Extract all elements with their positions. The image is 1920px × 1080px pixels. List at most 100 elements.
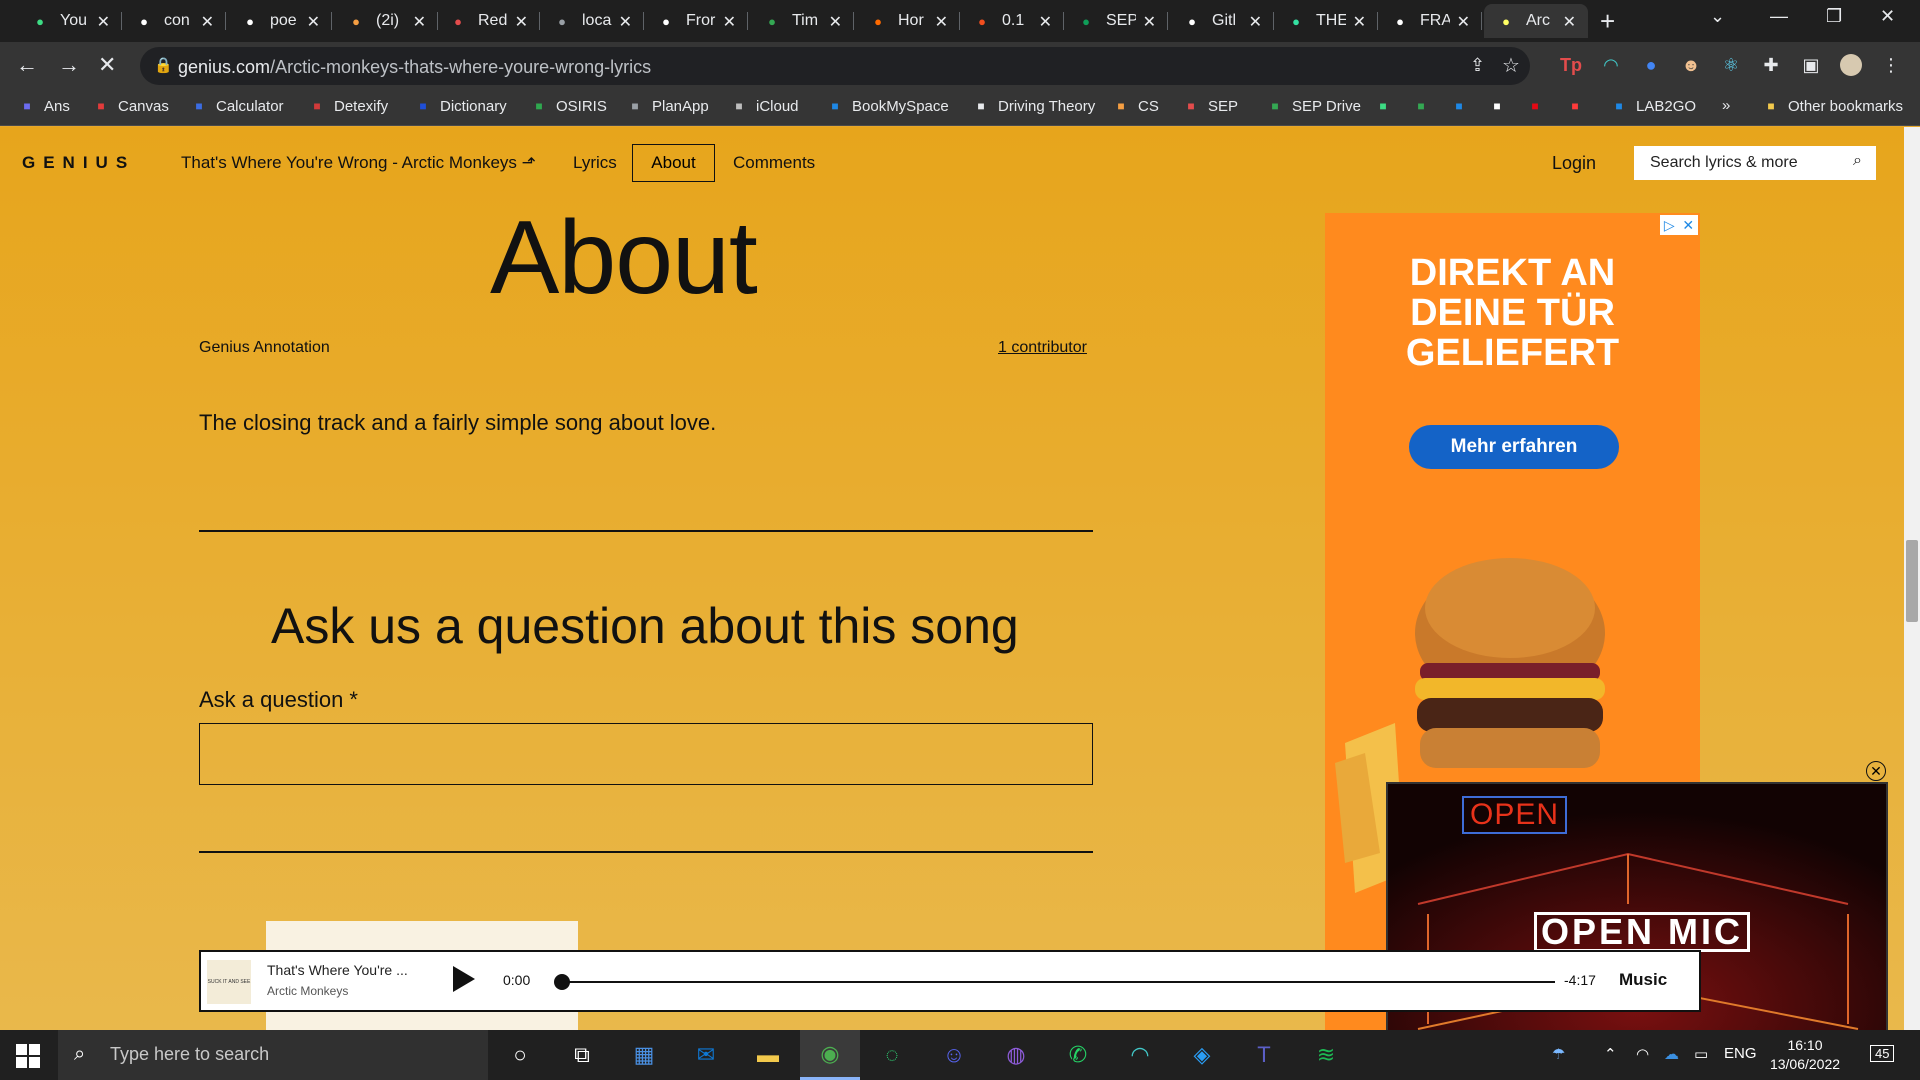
browser-tab[interactable]: ● You ✕ [18,4,122,38]
bookmark-item[interactable]: ■ [1450,97,1476,115]
close-tab-icon[interactable]: ✕ [1143,12,1156,32]
browser-tab[interactable]: ● con ✕ [122,4,226,38]
close-tab-icon[interactable]: ✕ [1457,12,1470,32]
whatsapp-icon[interactable]: ✆ [1048,1030,1108,1080]
close-tab-icon[interactable]: ✕ [201,12,214,32]
login-link[interactable]: Login [1552,153,1596,174]
close-tab-icon[interactable]: ✕ [307,12,320,32]
browser-tab[interactable]: ● (2i) ✕ [334,4,438,38]
scrollbar-thumb[interactable] [1906,540,1918,622]
extensions-puzzle-icon[interactable]: ✚ [1760,54,1782,76]
github-desktop-icon[interactable]: ◍ [986,1030,1046,1080]
nav-comments[interactable]: Comments [733,153,815,173]
notifications-icon[interactable]: 45 [1870,1045,1895,1062]
browser-tab[interactable]: ● SEP ✕ [1064,4,1168,38]
clock[interactable]: 16:10 13/06/2022 [1768,1036,1842,1074]
close-tab-icon[interactable]: ✕ [97,12,110,32]
bookmark-item[interactable]: ■ CS [1112,97,1158,115]
vscode-icon[interactable]: ◈ [1172,1030,1232,1080]
bookmark-item[interactable]: ■ [1374,97,1400,115]
forward-icon[interactable]: → [58,52,80,78]
progress-track[interactable] [555,981,1555,983]
browser-tab[interactable]: ● THE ✕ [1274,4,1378,38]
browser-tab[interactable]: ● Fror ✕ [644,4,748,38]
bookmark-item[interactable]: ■ [1566,97,1592,115]
song-title-link[interactable]: That's Where You're Wrong - Arctic Monke… [181,153,536,173]
address-bar[interactable]: 🔒 genius.com/Arctic-monkeys-thats-where-… [140,47,1530,85]
windows-start-icon[interactable] [16,1044,40,1068]
bookmark-star-icon[interactable]: ☆ [1502,53,1520,78]
tab-search-icon[interactable]: ⌄ [1710,6,1725,27]
ad-cta-button[interactable]: Mehr erfahren [1409,425,1619,469]
close-video-icon[interactable]: ✕ [1866,761,1886,781]
close-tab-icon[interactable]: ✕ [829,12,842,32]
network-icon[interactable]: ◠ [1636,1045,1649,1063]
close-tab-icon[interactable]: ✕ [619,12,632,32]
question-input[interactable] [199,723,1093,785]
loop-icon[interactable]: ◌ [862,1030,922,1080]
ad-choices-icon[interactable]: ▷ ✕ [1660,215,1698,235]
browser-tab[interactable]: ● Arc ✕ [1484,4,1588,38]
close-window-icon[interactable]: ✕ [1880,6,1895,27]
share-icon[interactable]: ⇪ [1470,55,1485,76]
bookmark-item[interactable]: ■ [1412,97,1438,115]
adchoices-icon[interactable]: ▷ [1664,217,1675,234]
minimize-icon[interactable]: — [1770,6,1788,27]
genius-logo[interactable]: GENIUS [22,153,135,173]
bookmark-item[interactable]: ■ SEP Drive [1266,97,1361,115]
cortana-icon[interactable]: ○ [490,1030,550,1080]
bookmark-item[interactable]: ■ PlanApp [626,97,708,115]
lock-icon[interactable]: 🔒 [154,56,173,74]
side-panel-icon[interactable]: ▣ [1800,54,1822,76]
browser-tab[interactable]: ● Gitl ✕ [1170,4,1274,38]
browser-tab[interactable]: ● Tim ✕ [750,4,854,38]
task-view-icon[interactable]: ⧉ [552,1030,612,1080]
more-bookmarks-icon[interactable]: » [1722,97,1730,114]
extension-face-icon[interactable]: ☻ [1680,54,1702,76]
arc-icon[interactable]: ◠ [1110,1030,1170,1080]
bookmark-item[interactable]: ■ [1488,97,1514,115]
close-tab-icon[interactable]: ✕ [515,12,528,32]
nav-about[interactable]: About [632,144,715,182]
bookmark-item[interactable]: ■ OSIRIS [530,97,606,115]
extension-react-icon[interactable]: ⚛ [1720,54,1742,76]
nav-lyrics[interactable]: Lyrics [573,153,617,173]
extension-translate-icon[interactable]: ● [1640,54,1662,76]
extension-tp-icon[interactable]: Tp [1560,54,1582,76]
new-tab-button[interactable]: + [1600,6,1615,37]
file-explorer-icon[interactable]: ▬ [738,1030,798,1080]
calendar-icon[interactable]: ▦ [614,1030,674,1080]
bookmark-item[interactable]: ■ SEP [1182,97,1238,115]
bookmark-item[interactable]: ■ Driving Theory [972,97,1095,115]
stop-loading-icon[interactable]: ✕ [98,52,116,78]
bookmark-item[interactable]: ■ Calculator [190,97,283,115]
bookmark-item[interactable]: ■ [1526,97,1552,115]
search-icon[interactable]: ⌕ [1853,152,1862,170]
restore-icon[interactable]: ❐ [1826,6,1842,27]
chrome-icon[interactable]: ◉ [800,1030,860,1080]
onedrive-icon[interactable]: ☁ [1664,1045,1679,1063]
bookmark-item[interactable]: ■ BookMySpace [826,97,948,115]
progress-knob[interactable] [554,974,570,990]
language-indicator[interactable]: ENG [1724,1045,1757,1062]
close-tab-icon[interactable]: ✕ [1353,12,1366,32]
browser-tab[interactable]: ● Hor ✕ [856,4,960,38]
profile-avatar-icon[interactable] [1840,54,1862,76]
discord-icon[interactable]: ☺ [924,1030,984,1080]
close-tab-icon[interactable]: ✕ [413,12,426,32]
play-icon[interactable] [453,966,475,992]
bookmark-item[interactable]: ■ Detexify [308,97,388,115]
browser-tab[interactable]: ● Red ✕ [436,4,540,38]
bookmark-item[interactable]: ■ Ans [18,97,69,115]
browser-tab[interactable]: ● loca ✕ [540,4,644,38]
bookmark-item[interactable]: ■ iCloud [730,97,798,115]
apple-music-logo[interactable]: Music [1619,970,1667,990]
extension-arc-icon[interactable]: ◠ [1600,54,1622,76]
bookmark-item[interactable]: ■ LAB2GO [1610,97,1696,115]
contributors-link[interactable]: 1 contributor [998,339,1087,357]
battery-icon[interactable]: ▭ [1694,1045,1708,1063]
close-tab-icon[interactable]: ✕ [1563,12,1576,32]
album-art[interactable]: SUCK IT AND SEE [207,960,251,1004]
close-tab-icon[interactable]: ✕ [1249,12,1262,32]
spotify-icon[interactable]: ≋ [1296,1030,1356,1080]
